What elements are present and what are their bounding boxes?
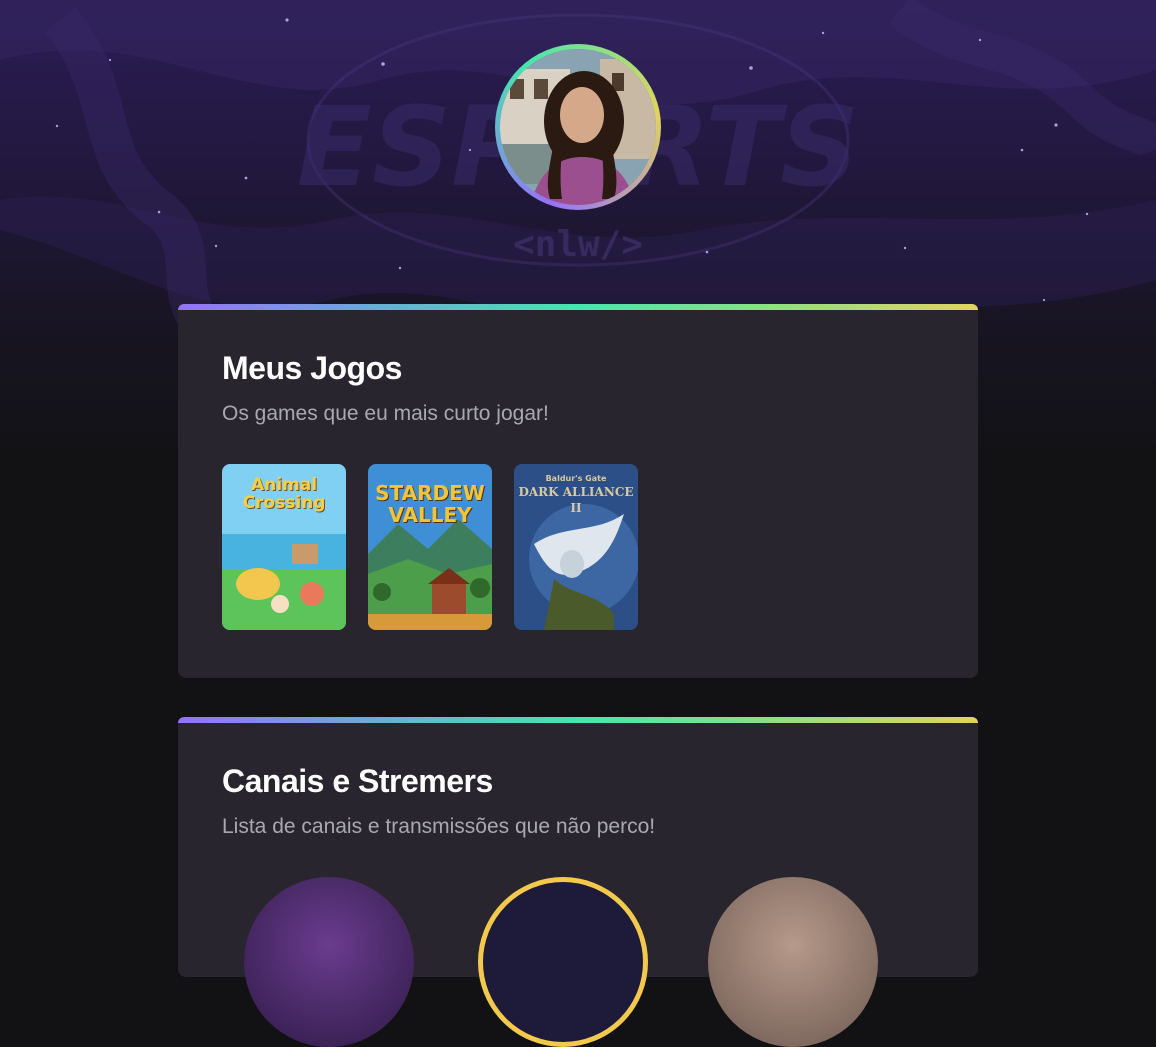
- games-list: Animal Crossing STARDEW VALLEY Baldur's …: [222, 464, 638, 630]
- game-cover-stardew-valley[interactable]: STARDEW VALLEY: [368, 464, 492, 630]
- game-cover-title: STARDEW VALLEY: [375, 481, 485, 527]
- game-cover-title: Animal Crossing: [242, 475, 326, 513]
- streamer-avatar[interactable]: [478, 877, 648, 1047]
- game-cover-dark-alliance[interactable]: Baldur's Gate DARK ALLIANCE II: [514, 464, 638, 630]
- profile-photo: [500, 49, 656, 205]
- games-subtitle: Os games que eu mais curto jogar!: [222, 402, 549, 425]
- profile-avatar: [495, 44, 661, 210]
- streamer-avatar[interactable]: [244, 877, 414, 1047]
- channels-card: Canais e Stremers Lista de canais e tran…: [178, 717, 978, 1047]
- games-card: Meus Jogos Os games que eu mais curto jo…: [178, 304, 978, 678]
- game-cover-animal-crossing[interactable]: Animal Crossing: [222, 464, 346, 630]
- game-cover-title: Baldur's Gate DARK ALLIANCE II: [518, 474, 634, 515]
- games-title: Meus Jogos: [222, 350, 402, 386]
- streamer-avatar[interactable]: [708, 877, 878, 1047]
- watermark-subtext: <nlw/>: [513, 224, 643, 265]
- channels-subtitle: Lista de canais e transmissões que não p…: [222, 815, 656, 838]
- streamers-list: [238, 877, 938, 1047]
- channels-title: Canais e Stremers: [222, 763, 493, 799]
